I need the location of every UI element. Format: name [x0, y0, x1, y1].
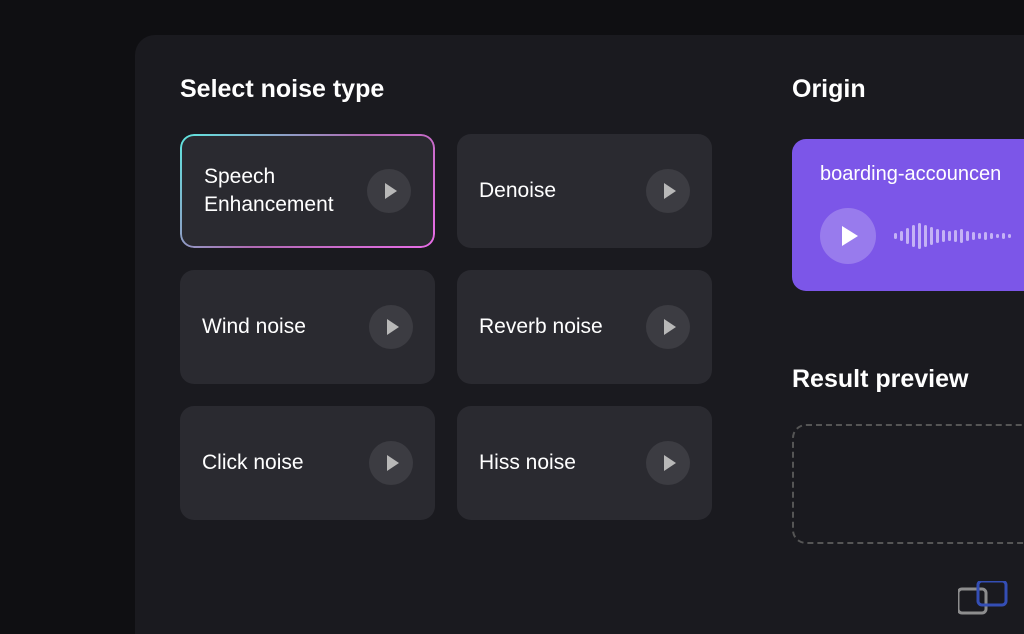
play-button[interactable]	[646, 169, 690, 213]
main-panel: Select noise type Speech Enhancement Den…	[135, 35, 1024, 634]
noise-card-label: Hiss noise	[479, 449, 576, 477]
wave-bar	[948, 231, 951, 241]
noise-cards-grid: Speech Enhancement Denoise Wind noise Re…	[180, 134, 712, 520]
play-icon	[387, 455, 399, 471]
noise-card-label: Click noise	[202, 449, 304, 477]
wave-bar	[960, 229, 963, 243]
noise-type-title: Select noise type	[180, 75, 712, 104]
play-icon	[664, 455, 676, 471]
noise-card-label: Speech Enhancement	[204, 163, 354, 220]
wave-bar	[984, 232, 987, 240]
play-button[interactable]	[369, 305, 413, 349]
wave-bar	[924, 225, 927, 247]
noise-card-wind-noise[interactable]: Wind noise	[180, 270, 435, 384]
wave-bar	[1008, 234, 1011, 238]
wave-bar	[954, 230, 957, 242]
play-icon	[842, 226, 858, 246]
play-icon	[385, 183, 397, 199]
noise-card-speech-enhancement[interactable]: Speech Enhancement	[180, 134, 435, 248]
noise-card-label: Wind noise	[202, 313, 306, 341]
noise-card-label: Denoise	[479, 177, 556, 205]
wave-bar	[1002, 233, 1005, 239]
origin-title: Origin	[792, 75, 1024, 104]
origin-audio-card[interactable]: boarding-accouncen	[792, 139, 1024, 291]
noise-card-hiss-noise[interactable]: Hiss noise	[457, 406, 712, 520]
wave-bar	[972, 232, 975, 240]
wave-bar	[942, 230, 945, 242]
play-icon	[664, 319, 676, 335]
noise-card-reverb-noise[interactable]: Reverb noise	[457, 270, 712, 384]
origin-player	[820, 208, 1014, 264]
wave-bar	[936, 229, 939, 243]
wave-bar	[894, 233, 897, 239]
wave-bar	[900, 231, 903, 241]
wave-bar	[906, 228, 909, 244]
wave-bar	[912, 225, 915, 247]
wave-bar	[996, 234, 999, 238]
noise-card-click-noise[interactable]: Click noise	[180, 406, 435, 520]
waveform	[894, 221, 1011, 251]
play-button[interactable]	[646, 441, 690, 485]
noise-card-label: Reverb noise	[479, 313, 603, 341]
wave-bar	[918, 223, 921, 249]
result-preview-title: Result preview	[792, 365, 1024, 394]
origin-play-button[interactable]	[820, 208, 876, 264]
play-icon	[664, 183, 676, 199]
noise-type-section: Select noise type Speech Enhancement Den…	[180, 75, 712, 634]
play-icon	[387, 319, 399, 335]
result-preview-box	[792, 424, 1024, 544]
watermark-logo	[958, 581, 1012, 626]
wave-bar	[930, 227, 933, 245]
wave-bar	[966, 231, 969, 241]
origin-filename: boarding-accouncen	[820, 163, 1014, 186]
play-button[interactable]	[369, 441, 413, 485]
noise-card-denoise[interactable]: Denoise	[457, 134, 712, 248]
wave-bar	[990, 233, 993, 239]
wave-bar	[978, 233, 981, 239]
play-button[interactable]	[646, 305, 690, 349]
right-section: Origin boarding-accouncen Result preview	[792, 75, 1024, 634]
play-button[interactable]	[367, 169, 411, 213]
